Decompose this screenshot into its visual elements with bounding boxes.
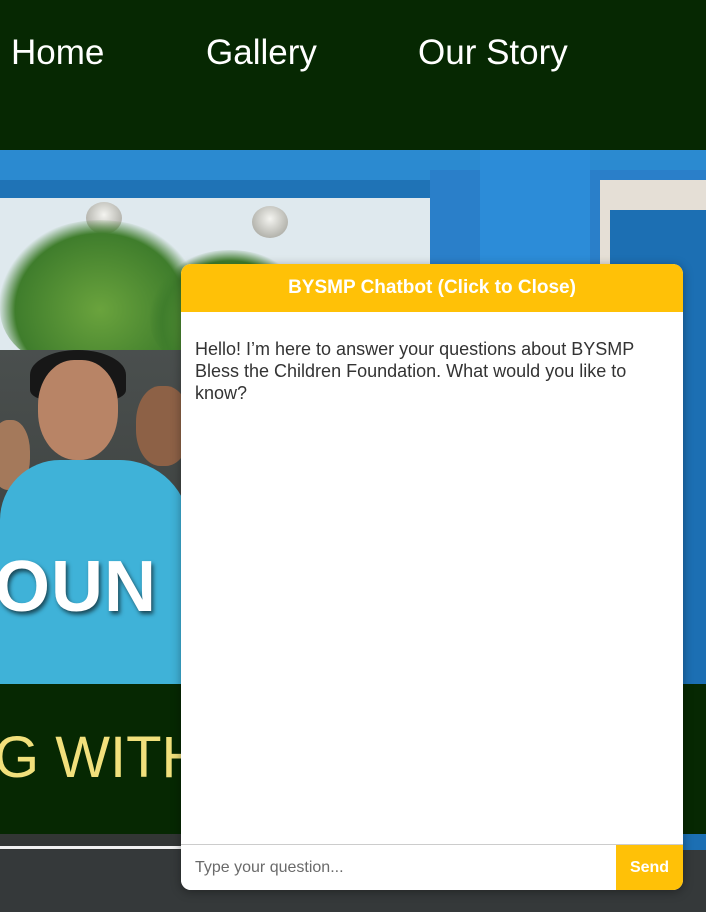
hero-tagline: G WITH [0,725,204,790]
page-edge [706,0,711,912]
chatbot-window: BYSMP Chatbot (Click to Close) Hello! I’… [181,264,683,890]
hero-photo-ceiling-shade [0,180,430,198]
chatbot-header-close-toggle[interactable]: BYSMP Chatbot (Click to Close) [181,264,683,312]
hero-photo-person-face [38,360,118,460]
nav-link-home[interactable]: Home [11,32,104,74]
hero-title: OUN [0,547,157,627]
chatbot-input-bar: Send [181,844,683,890]
chatbot-messages: Hello! I’m here to answer your questions… [181,312,683,844]
chatbot-question-input[interactable] [181,845,616,890]
lamp-icon [252,206,288,238]
top-navigation: Home Gallery Our Story [0,0,706,150]
bot-message: Hello! I’m here to answer your questions… [195,339,634,403]
divider-line [0,846,200,849]
send-button[interactable]: Send [616,845,683,890]
nav-link-our-story[interactable]: Our Story [418,32,568,74]
nav-link-gallery[interactable]: Gallery [206,32,317,74]
